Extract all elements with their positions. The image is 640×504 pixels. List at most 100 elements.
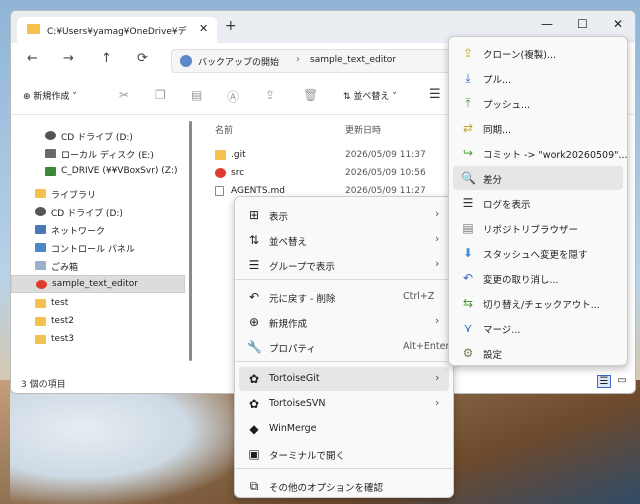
menu-item-label: リポジトリブラウザー <box>483 225 579 236</box>
recycle-bin-icon <box>35 261 46 270</box>
sidebar-item[interactable]: C_DRIVE (¥¥VBoxSvr) (Z:) <box>11 163 185 181</box>
sidebar-item[interactable]: コントロール パネル <box>11 239 185 257</box>
minimize-button[interactable]: — <box>541 17 553 31</box>
menu-item-shortcut: Alt+Enter <box>403 341 450 352</box>
column-header-name[interactable]: 名前 <box>215 123 233 136</box>
menu-item-group-by[interactable]: ☰ グループで表示 › <box>239 253 449 277</box>
cut-icon[interactable]: ✂ <box>119 88 129 102</box>
file-name: src <box>231 168 245 178</box>
navigation-pane-scrollbar[interactable] <box>189 121 192 361</box>
menu-item-new[interactable]: ⊕ 新規作成 › <box>239 310 449 334</box>
sidebar-item[interactable]: sample_text_editor <box>11 275 185 293</box>
view-menu-icon[interactable]: ☰ <box>429 87 441 102</box>
new-tab-button[interactable]: + <box>225 18 237 34</box>
commit-icon: ↪ <box>462 146 474 160</box>
menu-item-diff[interactable]: 🔍 差分 <box>453 166 623 190</box>
sidebar-item-label: C_DRIVE (¥¥VBoxSvr) (Z:) <box>61 166 178 176</box>
copy-icon[interactable]: ❐ <box>155 88 166 102</box>
menu-item-pull[interactable]: ⤓ プル... <box>453 66 623 90</box>
column-header-date[interactable]: 更新日時 <box>345 123 381 136</box>
folder-icon <box>27 24 40 34</box>
cd-drive-icon <box>45 131 56 140</box>
sort-button[interactable]: ⇅ 並べ替え ˅ <box>343 89 397 102</box>
file-date: 2026/05/09 11:27 <box>345 186 426 196</box>
cd-drive-icon <box>35 207 46 216</box>
rename-icon[interactable]: Ⓐ <box>227 88 239 105</box>
sync-icon: ⇄ <box>462 121 474 135</box>
menu-item-properties[interactable]: 🔧 プロパティ Alt+Enter <box>239 335 449 359</box>
maximize-button[interactable]: ☐ <box>577 17 588 31</box>
menu-item-label: 同期... <box>483 125 512 136</box>
stash-icon: ⬇ <box>462 246 474 260</box>
tortoisegit-icon: ✿ <box>248 372 260 386</box>
sidebar-item[interactable]: ごみ箱 <box>11 257 185 275</box>
breadcrumb-backup[interactable]: バックアップの開始 <box>198 55 279 68</box>
up-button[interactable]: ↑ <box>101 51 112 66</box>
menu-item-winmerge[interactable]: ◆ WinMerge <box>239 417 449 441</box>
file-row[interactable]: src 2026/05/09 10:56 <box>207 165 447 183</box>
winmerge-icon: ◆ <box>249 422 259 436</box>
sidebar-item[interactable]: test3 <box>11 331 185 349</box>
forward-button[interactable]: → <box>63 51 74 66</box>
control-panel-icon <box>35 243 46 252</box>
menu-separator <box>235 279 453 280</box>
menu-item-label: その他のオプションを確認 <box>269 483 384 494</box>
menu-item-settings[interactable]: ⚙ 設定 <box>453 341 623 365</box>
menu-item-push[interactable]: ⤒ プッシュ... <box>453 91 623 115</box>
folder-icon <box>215 150 226 160</box>
group-icon: ☰ <box>248 258 260 272</box>
navigation-pane: CD ドライブ (D:) ローカル ディスク (E:) C_DRIVE (¥¥VBo… <box>11 115 193 371</box>
paste-icon[interactable]: ▤ <box>191 88 202 102</box>
chevron-right-icon: › <box>296 54 300 65</box>
tab-close-icon[interactable]: ✕ <box>199 22 208 35</box>
menu-item-stash[interactable]: ⬇ スタッシュへ変更を隠す <box>453 241 623 265</box>
menu-item-label: TortoiseGit <box>269 373 320 384</box>
menu-item-label: ログを表示 <box>483 200 531 211</box>
close-button[interactable]: ✕ <box>613 17 623 31</box>
file-row[interactable]: .git 2026/05/09 11:37 <box>207 147 447 165</box>
menu-item-switch-checkout[interactable]: ⇆ 切り替え/チェックアウト... <box>453 291 623 315</box>
sidebar-item[interactable]: CD ドライブ (D:) <box>11 203 185 221</box>
menu-item-repo-browser[interactable]: ▤ リポジトリブラウザー <box>453 216 623 240</box>
menu-item-sync[interactable]: ⇄ 同期... <box>453 116 623 140</box>
menu-item-merge[interactable]: ⋎ マージ... <box>453 316 623 340</box>
menu-item-tortoisesvn[interactable]: ✿ TortoiseSVN › <box>239 392 449 416</box>
details-view-icon[interactable]: ☰ <box>597 375 611 388</box>
sidebar-item-label: test <box>51 298 69 308</box>
sidebar-item[interactable]: test2 <box>11 313 185 331</box>
menu-item-sort[interactable]: ⇅ 並べ替え › <box>239 228 449 252</box>
menu-item-tortoisegit[interactable]: ✿ TortoiseGit › <box>239 367 449 391</box>
sidebar-item[interactable]: CD ドライブ (D:) <box>11 127 185 145</box>
sidebar-item-label: test2 <box>51 316 75 326</box>
explorer-tab[interactable]: C:¥Users¥yamag¥OneDrive¥デ ✕ <box>17 17 217 43</box>
menu-item-label: ターミナルで開く <box>269 451 346 462</box>
new-button[interactable]: ⊕ 新規作成 ˅ <box>23 89 77 102</box>
menu-item-open-terminal[interactable]: ▣ ターミナルで開く <box>239 442 449 466</box>
revert-icon: ↶ <box>462 271 474 285</box>
sidebar-item[interactable]: ローカル ディスク (E:) <box>11 145 185 163</box>
address-bar[interactable]: バックアップの開始 › sample_text_editor <box>171 49 471 73</box>
delete-icon[interactable]: 🗑 <box>303 88 318 102</box>
sidebar-item-label: ライブラリ <box>51 191 97 201</box>
breadcrumb-folder[interactable]: sample_text_editor <box>310 55 396 65</box>
sidebar-item[interactable]: ライブラリ <box>11 185 185 203</box>
sidebar-item[interactable]: test <box>11 295 185 313</box>
clone-icon: ⇪ <box>462 46 474 60</box>
menu-item-show-log[interactable]: ☰ ログを表示 <box>453 191 623 215</box>
tortoisesvn-icon: ✿ <box>248 397 260 411</box>
menu-item-show-more-options[interactable]: ⧉ その他のオプションを確認 <box>239 474 449 498</box>
chevron-down-icon: ˅ <box>392 92 397 102</box>
menu-item-clone[interactable]: ⇪ クローン(複製)... <box>453 41 623 65</box>
chevron-right-icon: › <box>435 314 440 327</box>
share-icon[interactable]: ⇪ <box>265 88 275 102</box>
sidebar-item[interactable]: ネットワーク <box>11 221 185 239</box>
back-button[interactable]: ← <box>27 51 38 66</box>
sidebar-item-label: test3 <box>51 334 75 344</box>
menu-item-undo-delete[interactable]: ↶ 元に戻す - 削除 Ctrl+Z <box>239 285 449 309</box>
menu-item-view[interactable]: ⊞ 表示 › <box>239 203 449 227</box>
refresh-button[interactable]: ⟳ <box>137 51 148 66</box>
menu-item-revert[interactable]: ↶ 変更の取り消し... <box>453 266 623 290</box>
network-icon <box>35 225 46 234</box>
tiles-view-icon[interactable]: ▭ <box>615 375 629 388</box>
menu-item-commit[interactable]: ↪ コミット -> "work20260509"... <box>453 141 628 165</box>
